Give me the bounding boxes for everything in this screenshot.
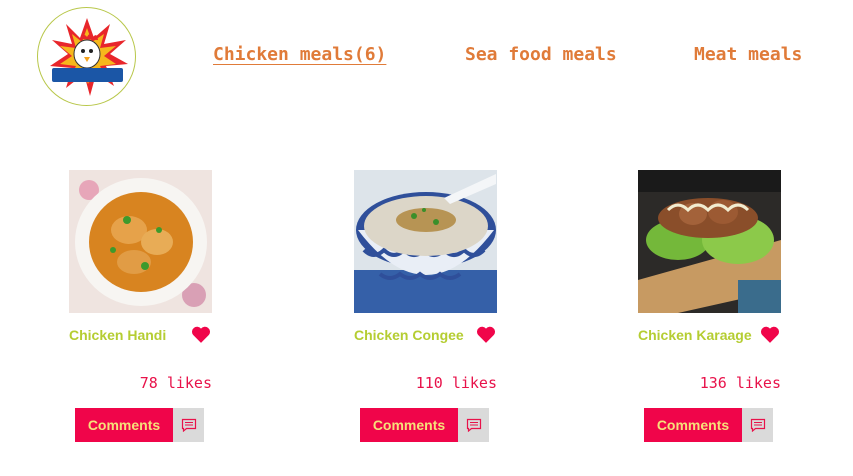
comment-icon (173, 408, 204, 442)
heart-icon[interactable] (191, 325, 211, 344)
comments-button[interactable]: Comments (360, 408, 489, 442)
meal-name: Chicken Handi (69, 327, 167, 343)
comment-icon (458, 408, 489, 442)
comments-button-label: Comments (644, 408, 742, 442)
nav-meat-meals[interactable]: Meat meals (694, 44, 802, 65)
meal-photo-chicken-congee (354, 170, 497, 313)
comments-button-label: Comments (75, 408, 173, 442)
comments-button[interactable]: Comments (75, 408, 204, 442)
heart-icon[interactable] (476, 325, 496, 344)
meal-card: Chicken Karaage 136 likes Comments (638, 170, 781, 445)
wow-chicken-logo[interactable] (37, 7, 136, 106)
likes-count: 136 likes (699, 374, 781, 392)
meal-name: Chicken Congee (354, 327, 464, 343)
comments-button-label: Comments (360, 408, 458, 442)
site-header: Chicken meals(6) Sea food meals Meat mea… (0, 0, 853, 110)
heart-icon[interactable] (760, 325, 780, 344)
nav-sea-food-meals[interactable]: Sea food meals (465, 44, 617, 65)
nav-chicken-meals[interactable]: Chicken meals(6) (213, 44, 386, 65)
meal-photo-chicken-handi (69, 170, 212, 313)
likes-count: 78 likes (139, 374, 212, 392)
meal-card: Chicken Handi 78 likes Comments (69, 170, 212, 445)
likes-count: 110 likes (415, 374, 497, 392)
comments-button[interactable]: Comments (644, 408, 773, 442)
meal-card: Chicken Congee 110 likes Comments (354, 170, 497, 445)
comment-icon (742, 408, 773, 442)
meal-photo-chicken-karaage (638, 170, 781, 313)
meal-name: Chicken Karaage (638, 327, 752, 343)
